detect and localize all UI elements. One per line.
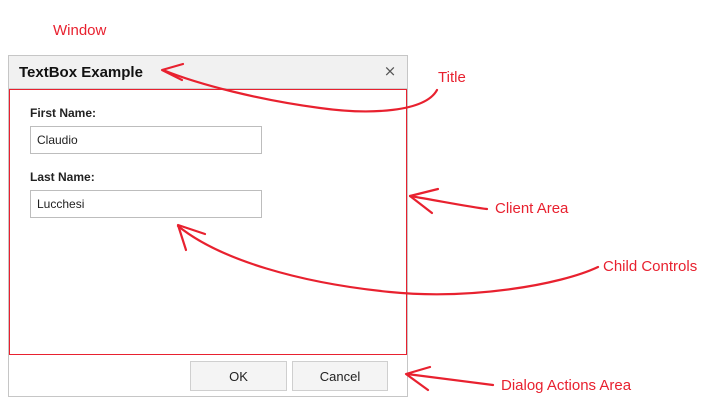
dialog-titlebar[interactable]: TextBox Example × <box>9 56 407 89</box>
title-annotation: Title <box>438 69 466 86</box>
client-area-arrowhead <box>408 187 440 215</box>
dialog-actions-area-annotation: Dialog Actions Area <box>501 377 632 394</box>
ok-button[interactable]: OK <box>190 361 287 391</box>
first-name-label: First Name: <box>30 106 97 120</box>
last-name-field[interactable] <box>30 190 262 218</box>
dialog-title: TextBox Example <box>19 64 143 81</box>
last-name-label: Last Name: <box>30 170 95 184</box>
client-area: First Name: Last Name: <box>9 89 407 355</box>
close-icon[interactable]: × <box>382 63 398 79</box>
window-annotation: Window <box>53 22 107 39</box>
first-name-field[interactable] <box>30 126 262 154</box>
dialog-actions-area: OK Cancel <box>9 355 407 396</box>
client-area-arrow <box>408 194 489 211</box>
dialog-window: TextBox Example × First Name: Last Name:… <box>8 55 408 397</box>
cancel-button[interactable]: Cancel <box>292 361 388 391</box>
child-controls-annotation: Child Controls <box>603 258 698 275</box>
dialog-actions-arrowhead <box>404 365 432 392</box>
client-area-annotation: Client Area <box>495 200 569 217</box>
dialog-actions-arrow <box>405 372 495 387</box>
